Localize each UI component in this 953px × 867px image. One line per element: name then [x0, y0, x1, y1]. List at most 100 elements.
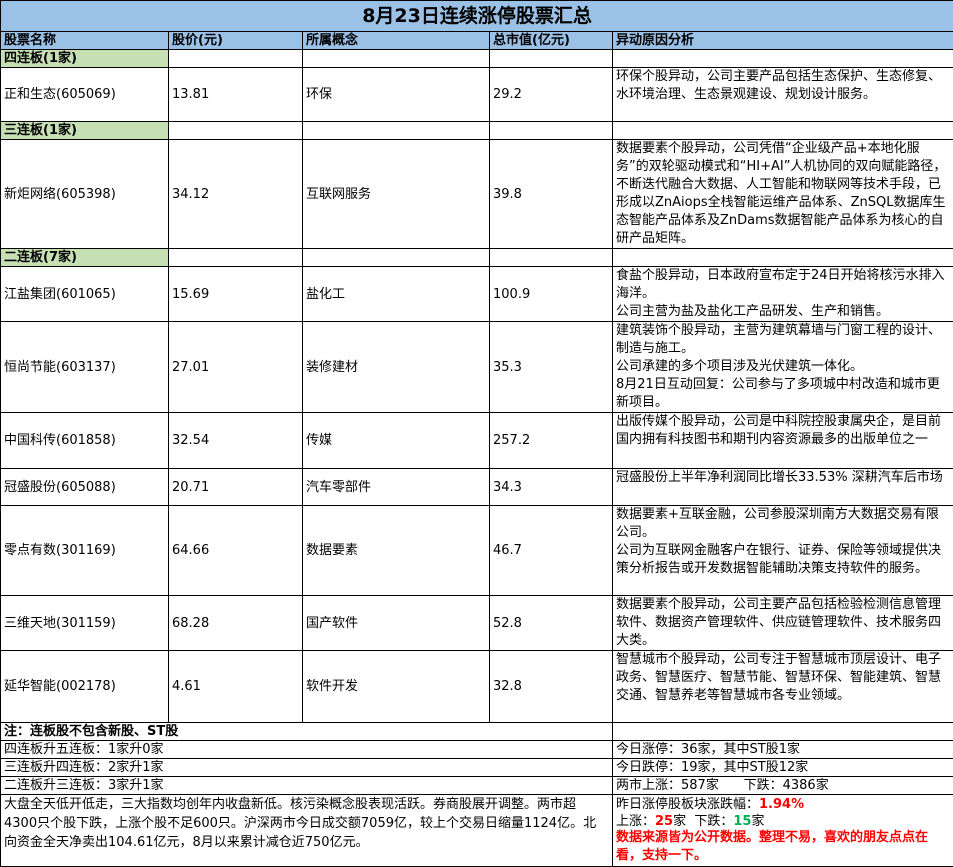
stock-row: 延华智能(002178) 4.61 软件开发 32.8 智慧城市个股异动，公司专…: [1, 651, 953, 723]
stock-name: 零点有数(301169): [1, 506, 169, 596]
header-reason: 异动原因分析: [613, 32, 953, 50]
stock-market-cap: 52.8: [490, 596, 613, 651]
stock-name: 新炬网络(605398): [1, 140, 169, 249]
stock-row: 新炬网络(605398) 34.12 互联网服务 39.8 数据要素个股异动，公…: [1, 140, 953, 249]
stock-name: 三维天地(301159): [1, 596, 169, 651]
stock-price: 4.61: [169, 651, 303, 723]
stock-name: 江盐集团(601065): [1, 267, 169, 322]
stock-concept: 盐化工: [303, 267, 490, 322]
header-concept: 所属概念: [303, 32, 490, 50]
reason-line: 冠盛股份上半年净利润同比增长33.53% 深耕汽车后市场: [616, 469, 950, 487]
stats-row: 三连板升四连板：2家升1家 今日跌停：19家，其中ST股12家: [1, 759, 953, 777]
up-count: 25: [655, 814, 673, 829]
reason-line: 公司主营为盐及盐化工产品研发、生产和销售。: [616, 303, 950, 321]
up-unit: 家 下跌：: [673, 814, 733, 829]
reason-line: 数据要素+互联金融，公司参股深圳南方大数据交易有限公司。: [616, 506, 950, 542]
stock-concept: 软件开发: [303, 651, 490, 723]
stock-concept: 汽车零部件: [303, 469, 490, 506]
promotion-text: 二连板升三连板：3家升1家: [1, 777, 613, 795]
stats-text: 两市上涨：587家 下跌：4386家: [613, 777, 953, 795]
stock-price: 15.69: [169, 267, 303, 322]
header-market-cap: 总市值(亿元): [490, 32, 613, 50]
group-label: 三连板(1家): [1, 122, 169, 140]
stock-market-cap: 32.8: [490, 651, 613, 723]
stock-price: 64.66: [169, 506, 303, 596]
stock-concept: 传媒: [303, 413, 490, 469]
stock-concept: 装修建材: [303, 322, 490, 413]
yesterday-pct: 1.94%: [759, 797, 804, 812]
stock-row: 正和生态(605069) 13.81 环保 29.2 环保个股异动，公司主要产品…: [1, 68, 953, 122]
reason-line: 数据要素个股异动，公司凭借“企业级产品+本地化服务”的双轮驱动模式和“HI+AI…: [616, 140, 950, 248]
stock-row: 恒尚节能(603137) 27.01 装修建材 35.3 建筑装饰个股异动，主营…: [1, 322, 953, 413]
promotion-text: 四连板升五连板：1家升0家: [1, 741, 613, 759]
stock-market-cap: 100.9: [490, 267, 613, 322]
note-text: 注：连板股不包含新股、ST股: [1, 723, 613, 741]
stats-text: 今日涨停：36家，其中ST股1家: [613, 741, 953, 759]
stock-market-cap: 39.8: [490, 140, 613, 249]
down-unit: 家: [751, 814, 764, 829]
note-row: 注：连板股不包含新股、ST股: [1, 723, 953, 741]
stock-market-cap: 34.3: [490, 469, 613, 506]
reason-line: 8月21日互动回复：公司参与了多项城中村改造和城市更新项目。: [616, 376, 950, 412]
stock-reason: 建筑装饰个股异动，主营为建筑幕墙与门窗工程的设计、制造与施工。 公司承建的多个项…: [613, 322, 953, 413]
stock-name: 正和生态(605069): [1, 68, 169, 122]
reason-line: 建筑装饰个股异动，主营为建筑幕墙与门窗工程的设计、制造与施工。: [616, 322, 950, 358]
stock-reason: 环保个股异动，公司主要产品包括生态保护、生态修复、水环境治理、生态景观建设、规划…: [613, 68, 953, 122]
reason-line: 数据要素个股异动，公司主要产品包括检验检测信息管理软件、数据资产管理软件、供应链…: [616, 596, 950, 650]
group-label: 四连板(1家): [1, 50, 169, 68]
stock-row: 江盐集团(601065) 15.69 盐化工 100.9 食盐个股异动，日本政府…: [1, 267, 953, 322]
stock-reason: 智慧城市个股异动，公司专注于智慧城市顶层设计、电子政务、智慧医疗、智慧节能、智慧…: [613, 651, 953, 723]
promotion-text: 三连板升四连板：2家升1家: [1, 759, 613, 777]
limit-up-summary-table: 8月23日连续涨停股票汇总 股票名称 股价(元) 所属概念 总市值(亿元) 异动…: [0, 0, 953, 867]
summary-row: 大盘全天低开低走，三大指数均创年内收盘新低。核污染概念股表现活跃。券商股展开调整…: [1, 795, 953, 867]
stock-row: 三维天地(301159) 68.28 国产软件 52.8 数据要素个股异动，公司…: [1, 596, 953, 651]
stats-row: 四连板升五连板：1家升0家 今日涨停：36家，其中ST股1家: [1, 741, 953, 759]
header-row: 股票名称 股价(元) 所属概念 总市值(亿元) 异动原因分析: [1, 32, 953, 50]
stock-name: 冠盛股份(605088): [1, 469, 169, 506]
stock-row: 中国科传(601858) 32.54 传媒 257.2 出版传媒个股异动，公司是…: [1, 413, 953, 469]
stock-concept: 互联网服务: [303, 140, 490, 249]
stock-market-cap: 35.3: [490, 322, 613, 413]
stock-price: 13.81: [169, 68, 303, 122]
stock-name: 中国科传(601858): [1, 413, 169, 469]
reason-line: 出版传媒个股异动，公司是中科院控股隶属央企，是目前国内拥有科技图书和期刊内容资源…: [616, 413, 950, 449]
stock-market-cap: 29.2: [490, 68, 613, 122]
stock-concept: 数据要素: [303, 506, 490, 596]
group-row: 四连板(1家): [1, 50, 953, 68]
group-label: 二连板(7家): [1, 249, 169, 267]
stock-price: 20.71: [169, 469, 303, 506]
up-label: 上涨：: [616, 814, 655, 829]
stock-price: 32.54: [169, 413, 303, 469]
stock-concept: 国产软件: [303, 596, 490, 651]
group-row: 三连板(1家): [1, 122, 953, 140]
reason-line: 智慧城市个股异动，公司专注于智慧城市顶层设计、电子政务、智慧医疗、智慧节能、智慧…: [616, 651, 950, 705]
header-price: 股价(元): [169, 32, 303, 50]
stock-price: 27.01: [169, 322, 303, 413]
reason-line: 公司为互联网金融客户在银行、证券、保险等领域提供决策分析报告或开发数据智能辅助决…: [616, 542, 950, 578]
stock-row: 零点有数(301169) 64.66 数据要素 46.7 数据要素+互联金融，公…: [1, 506, 953, 596]
stock-price: 34.12: [169, 140, 303, 249]
stock-reason: 数据要素个股异动，公司主要产品包括检验检测信息管理软件、数据资产管理软件、供应链…: [613, 596, 953, 651]
stats-text: 今日跌停：19家，其中ST股12家: [613, 759, 953, 777]
stock-reason: 数据要素+互联金融，公司参股深圳南方大数据交易有限公司。 公司为互联网金融客户在…: [613, 506, 953, 596]
yesterday-stats: 昨日涨停股板块涨跌幅：1.94% 上涨：25家 下跌：15家 数据来源皆为公开数…: [613, 795, 953, 867]
stock-reason: 食盐个股异动，日本政府宣布定于24日开始将核污水排入海洋。 公司主营为盐及盐化工…: [613, 267, 953, 322]
reason-line: 公司承建的多个项目涉及光伏建筑一体化。: [616, 358, 950, 376]
reason-line: 食盐个股异动，日本政府宣布定于24日开始将核污水排入海洋。: [616, 267, 950, 303]
yesterday-label: 昨日涨停股板块涨跌幅：: [616, 797, 759, 812]
footnote: 数据来源皆为公开数据。整理不易，喜欢的朋友点点在看，支持一下。: [616, 829, 950, 865]
stock-market-cap: 257.2: [490, 413, 613, 469]
stock-row: 冠盛股份(605088) 20.71 汽车零部件 34.3 冠盛股份上半年净利润…: [1, 469, 953, 506]
stock-concept: 环保: [303, 68, 490, 122]
header-stock-name: 股票名称: [1, 32, 169, 50]
stock-price: 68.28: [169, 596, 303, 651]
stock-reason: 数据要素个股异动，公司凭借“企业级产品+本地化服务”的双轮驱动模式和“HI+AI…: [613, 140, 953, 249]
market-summary: 大盘全天低开低走，三大指数均创年内收盘新低。核污染概念股表现活跃。券商股展开调整…: [1, 795, 613, 867]
page-title: 8月23日连续涨停股票汇总: [1, 1, 953, 32]
stock-reason: 冠盛股份上半年净利润同比增长33.53% 深耕汽车后市场: [613, 469, 953, 506]
stock-market-cap: 46.7: [490, 506, 613, 596]
stats-row: 二连板升三连板：3家升1家 两市上涨：587家 下跌：4386家: [1, 777, 953, 795]
down-count: 15: [733, 814, 751, 829]
stock-name: 恒尚节能(603137): [1, 322, 169, 413]
stock-reason: 出版传媒个股异动，公司是中科院控股隶属央企，是目前国内拥有科技图书和期刊内容资源…: [613, 413, 953, 469]
